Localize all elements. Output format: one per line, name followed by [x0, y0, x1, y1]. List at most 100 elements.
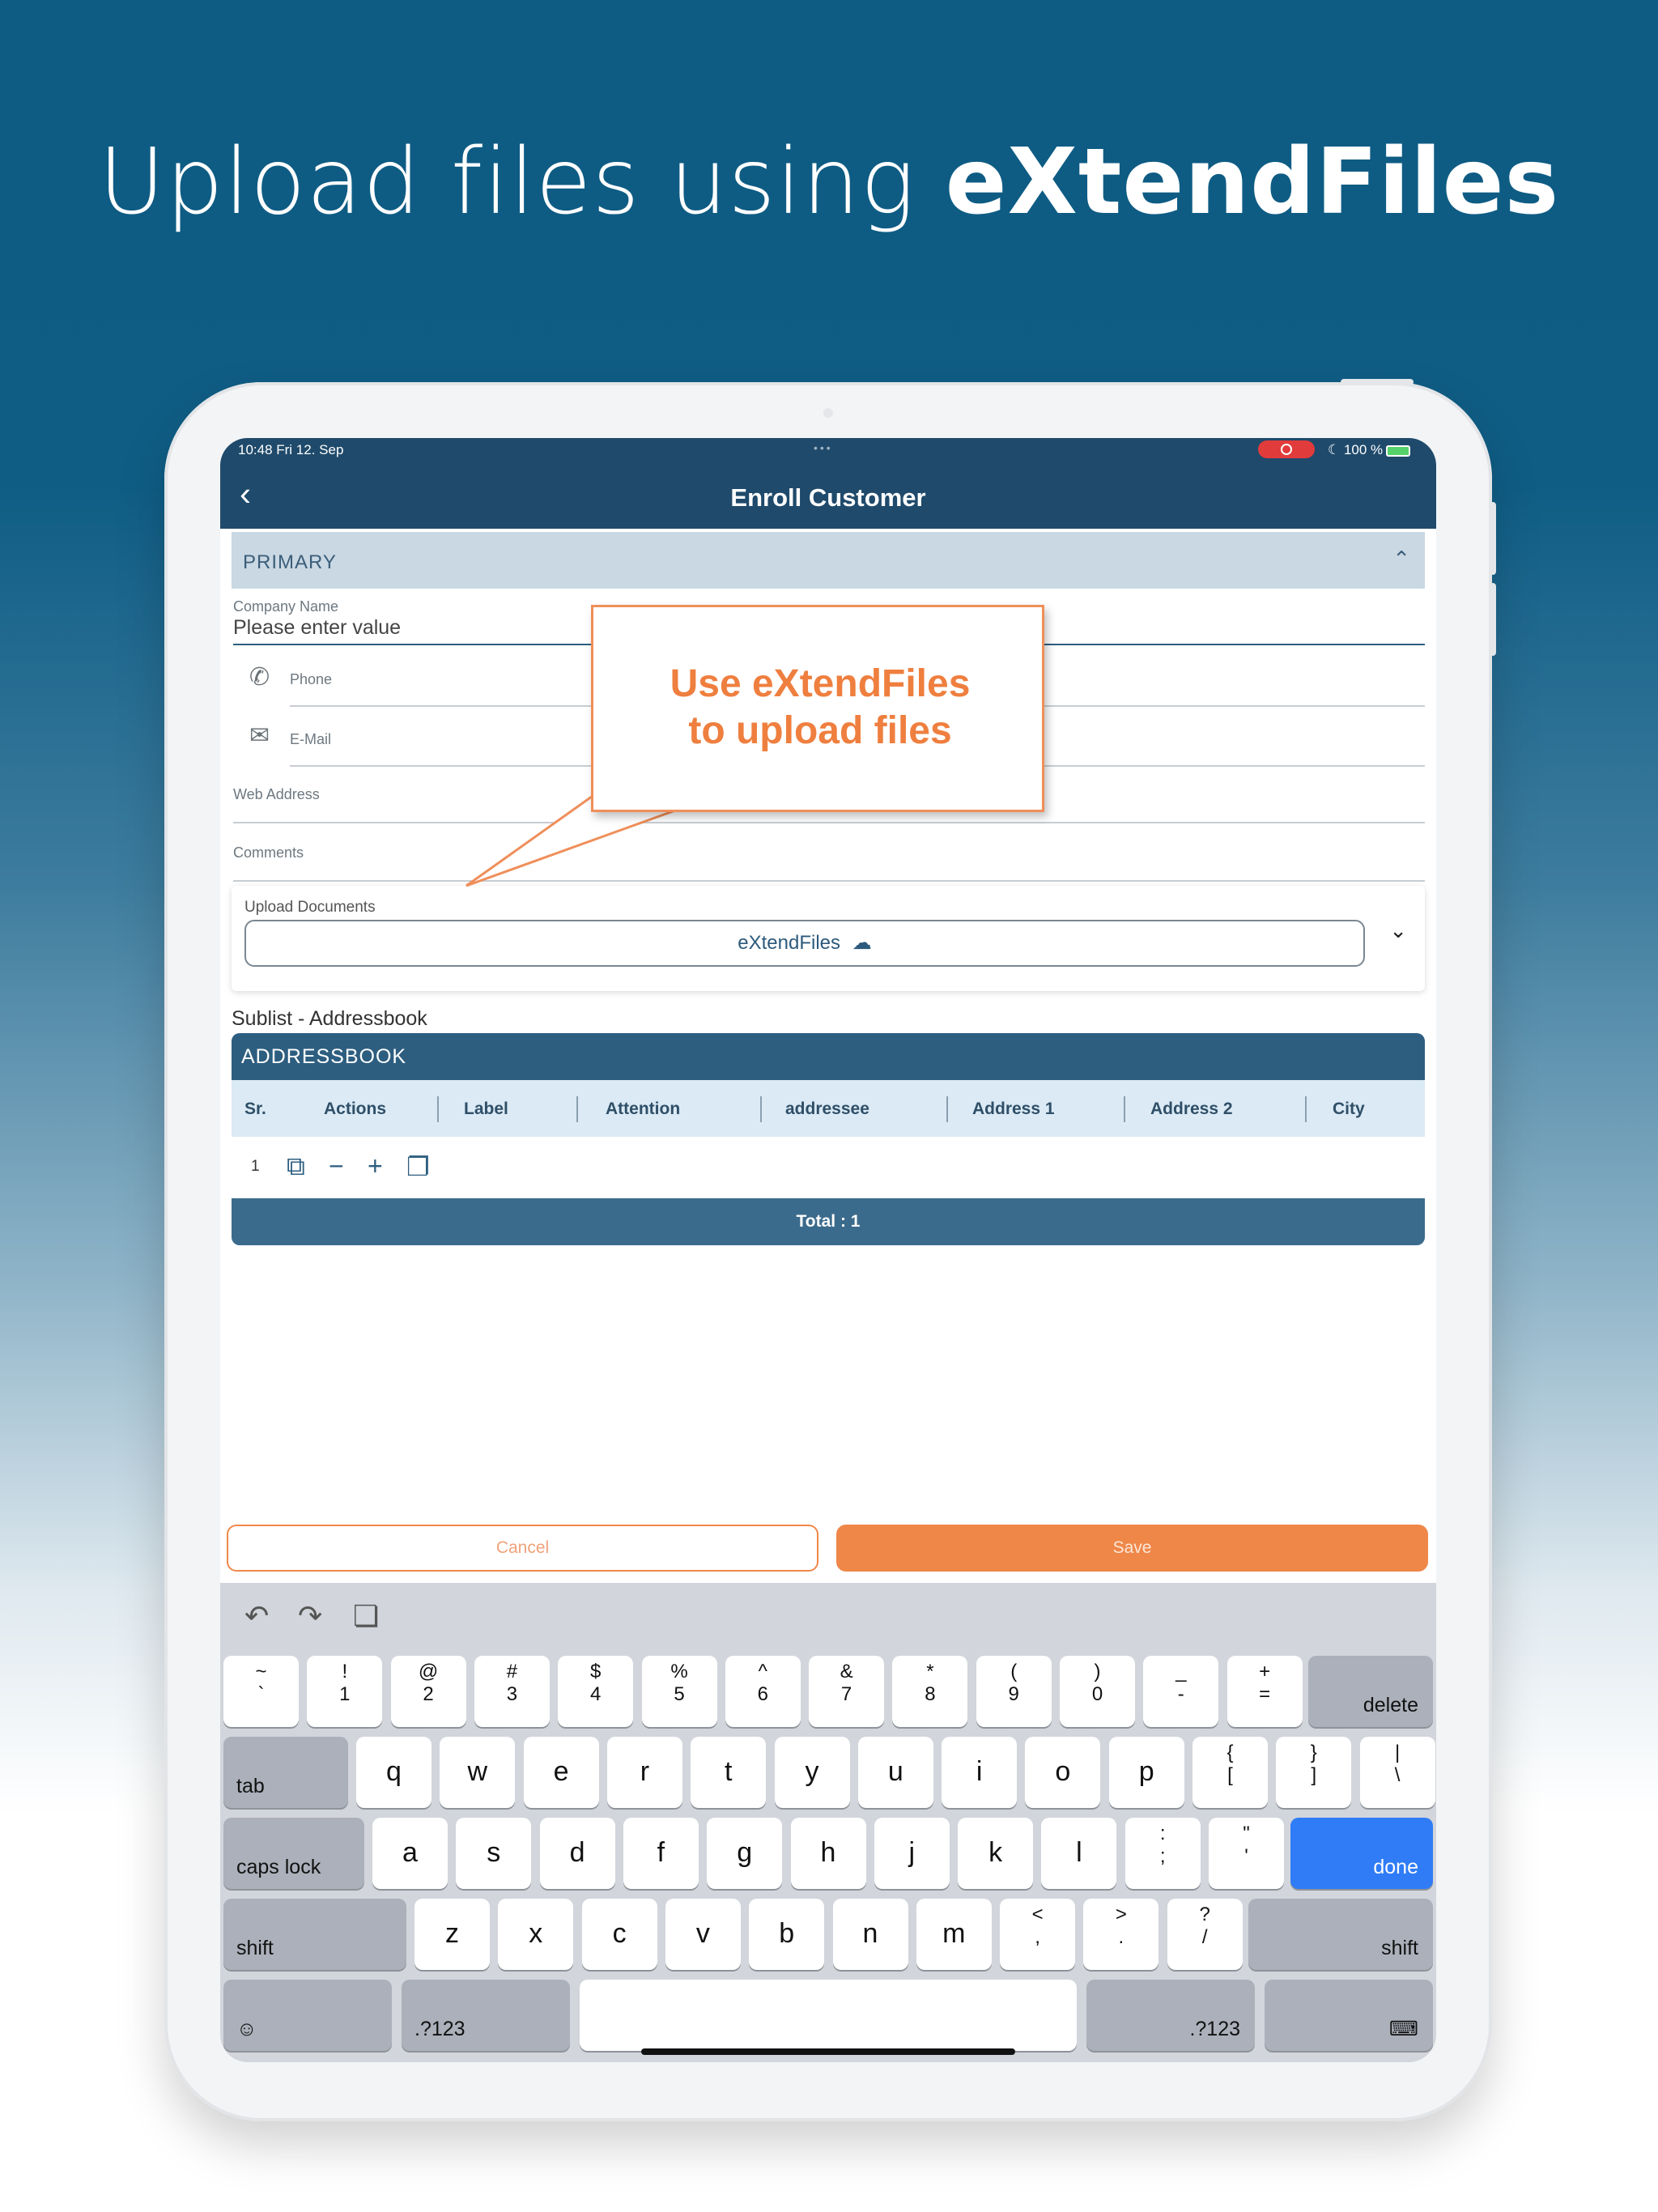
key-row1-3[interactable]: #3 — [474, 1656, 550, 1727]
key-row1-2[interactable]: @2 — [390, 1656, 466, 1727]
key-n[interactable]: n — [832, 1899, 908, 1970]
keyboard: ↶ ↷ ❏ ~ `! 1 @2 #3 $4% 5 ^ 6 & 7 * 8(9) 0 _ - + = delete ta… — [220, 1583, 1436, 2062]
key-a[interactable]: a — [372, 1818, 448, 1889]
col-label: Label — [464, 1100, 508, 1118]
key-p[interactable]: p — [1108, 1737, 1184, 1808]
section-primary-header[interactable]: PRIMARY ⌃ — [232, 532, 1425, 589]
col-separator — [437, 1096, 439, 1122]
key-row1-0[interactable]: ~ ` — [223, 1656, 299, 1727]
cloud-upload-icon: ☁ — [852, 932, 872, 954]
key-shift-char: ( — [1010, 1661, 1018, 1682]
col-separator — [946, 1096, 948, 1122]
key-shift-char: < — [1031, 1904, 1044, 1925]
extendfiles-upload-button[interactable]: eXtendFiles ☁ — [244, 920, 1365, 967]
key-j[interactable]: j — [874, 1818, 950, 1889]
key-o[interactable]: o — [1025, 1737, 1101, 1808]
keyboard-hide-icon[interactable]: ⌨ — [1265, 1980, 1433, 2051]
key-row1-12[interactable]: + = — [1226, 1656, 1303, 1727]
tab-key[interactable]: tab — [223, 1737, 348, 1808]
key-x[interactable]: x — [498, 1899, 574, 1970]
key-row1-4[interactable]: $4 — [558, 1656, 634, 1727]
key-l[interactable]: l — [1041, 1818, 1117, 1889]
emoji-icon[interactable]: ☺ — [223, 1980, 392, 2051]
key-t[interactable]: t — [691, 1737, 767, 1808]
key-w[interactable]: w — [440, 1737, 516, 1808]
key-y[interactable]: y — [774, 1737, 850, 1808]
done-key[interactable]: done — [1290, 1818, 1433, 1889]
key-r[interactable]: r — [606, 1737, 682, 1808]
key-sym3-1[interactable]: " ' — [1209, 1818, 1284, 1889]
key-row1-1[interactable]: ! 1 — [307, 1656, 383, 1727]
volume-up — [1490, 502, 1496, 575]
key-shift-char: { — [1226, 1742, 1234, 1763]
key-row1-9[interactable]: (9 — [976, 1656, 1052, 1727]
key-label: f — [657, 1837, 665, 1868]
company-name-input[interactable]: Please enter value — [233, 616, 401, 640]
key-s[interactable]: s — [456, 1818, 532, 1889]
key-z[interactable]: z — [414, 1899, 490, 1970]
key-label: d — [569, 1837, 585, 1868]
key-g[interactable]: g — [707, 1818, 783, 1889]
key-sym3-0[interactable]: :; — [1124, 1818, 1201, 1889]
addressbook-title: ADDRESSBOOK — [241, 1045, 407, 1068]
redo-icon[interactable]: ↷ — [298, 1599, 322, 1633]
paste-icon[interactable]: ❏ — [353, 1599, 379, 1633]
key-q[interactable]: q — [356, 1737, 432, 1808]
key-base-char: 2 — [423, 1683, 434, 1705]
key-sym4-0[interactable]: <, — [1000, 1899, 1076, 1970]
key-v[interactable]: v — [665, 1899, 741, 1970]
key-b[interactable]: b — [749, 1899, 825, 1970]
shift-left-key[interactable]: shift — [223, 1899, 406, 1970]
key-row1-6[interactable]: ^ 6 — [725, 1656, 801, 1727]
key-sym2-2[interactable]: | \ — [1359, 1737, 1435, 1808]
key-base-char: 3 — [506, 1683, 518, 1705]
numbers-left-key[interactable]: .?123 — [402, 1980, 570, 2051]
key-u[interactable]: u — [857, 1737, 933, 1808]
key-m[interactable]: m — [916, 1899, 992, 1970]
key-row1-8[interactable]: * 8 — [892, 1656, 968, 1727]
key-row1-11[interactable]: _ - — [1143, 1656, 1219, 1727]
shift-right-key[interactable]: shift — [1248, 1899, 1433, 1970]
key-k[interactable]: k — [958, 1818, 1034, 1889]
key-row1-10[interactable]: ) 0 — [1060, 1656, 1135, 1727]
key-e[interactable]: e — [523, 1737, 599, 1808]
minus-icon[interactable]: − — [329, 1151, 344, 1181]
key-sym2-1[interactable]: }] — [1276, 1737, 1352, 1808]
caps-lock-key[interactable]: caps lock — [223, 1818, 364, 1889]
col-separator — [760, 1096, 762, 1122]
key-base-char: [ — [1227, 1764, 1233, 1786]
key-h[interactable]: h — [790, 1818, 866, 1889]
upload-documents-label: Upload Documents — [244, 899, 376, 916]
key-row1-7[interactable]: & 7 — [809, 1656, 885, 1727]
addressbook-columns: Sr. Actions Label Attention addressee Ad… — [232, 1080, 1425, 1137]
key-base-char: / — [1201, 1926, 1208, 1948]
company-name-label: Company Name — [233, 598, 339, 615]
chevron-up-icon[interactable]: ⌃ — [1392, 547, 1410, 572]
undo-icon[interactable]: ↶ — [244, 1599, 269, 1633]
key-label: e — [553, 1756, 569, 1787]
save-button[interactable]: Save — [836, 1525, 1428, 1572]
key-sym4-2[interactable]: ? / — [1167, 1899, 1243, 1970]
key-base-char: \ — [1394, 1764, 1401, 1786]
key-sym4-1[interactable]: >. — [1083, 1899, 1159, 1970]
numbers-right-key[interactable]: .?123 — [1086, 1980, 1255, 2051]
key-label: v — [695, 1918, 710, 1949]
cancel-button[interactable]: Cancel — [227, 1525, 818, 1572]
plus-icon[interactable]: + — [368, 1151, 383, 1181]
key-row1-5[interactable]: % 5 — [641, 1656, 717, 1727]
key-c[interactable]: c — [581, 1899, 657, 1970]
space-key[interactable] — [580, 1980, 1077, 2051]
key-d[interactable]: d — [539, 1818, 615, 1889]
copy-icon[interactable]: ❐ — [406, 1151, 430, 1182]
key-label: b — [779, 1918, 795, 1949]
delete-key[interactable]: delete — [1308, 1656, 1433, 1727]
key-label: o — [1055, 1756, 1071, 1787]
multitask-dots[interactable]: ••• — [814, 441, 833, 454]
key-i[interactable]: i — [942, 1737, 1018, 1808]
key-base-char: , — [1035, 1926, 1040, 1948]
edit-external-icon[interactable]: ⧉ — [287, 1151, 305, 1182]
comments-field[interactable]: Comments — [233, 835, 1425, 882]
key-f[interactable]: f — [623, 1818, 699, 1889]
chevron-down-icon[interactable]: ⌄ — [1389, 918, 1407, 943]
key-sym2-0[interactable]: {[ — [1192, 1737, 1268, 1808]
